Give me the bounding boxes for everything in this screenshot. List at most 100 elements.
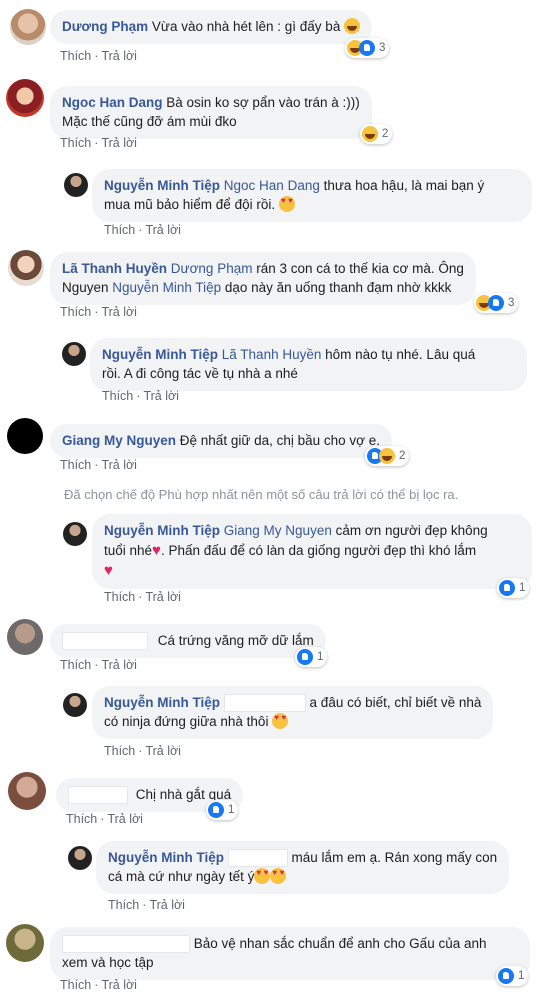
reply-link[interactable]: Trả lời: [101, 658, 137, 672]
reply-link[interactable]: Trả lời: [107, 812, 143, 826]
reply-link[interactable]: Trả lời: [101, 49, 137, 63]
reply-bubble: Nguyễn Minh Tiệp Lã Thanh Huyền hôm nào …: [90, 338, 527, 391]
like-link[interactable]: Thích: [60, 305, 91, 319]
mention-link[interactable]: Nguyễn Minh Tiệp: [112, 280, 221, 295]
laughing-emoji-icon: [344, 18, 361, 34]
heart-eyes-emoji-icon: [270, 868, 287, 885]
comment-text: máu lắm em ạ. Rán xong mấy con: [291, 850, 498, 865]
commenter-name[interactable]: Nguyễn Minh Tiệp: [104, 178, 220, 193]
reaction-summary[interactable]: 1: [496, 966, 529, 986]
comment-actions: Thích · Trả lời: [60, 458, 137, 472]
reply-link[interactable]: Trả lời: [145, 590, 181, 604]
avatar[interactable]: [8, 772, 46, 810]
reply-link[interactable]: Trả lời: [101, 978, 137, 992]
commenter-name[interactable]: Nguyễn Minh Tiệp: [108, 850, 224, 865]
avatar[interactable]: [64, 173, 88, 197]
like-link[interactable]: Thích: [60, 658, 91, 672]
like-reaction-icon: [297, 649, 313, 665]
reply-link[interactable]: Trả lời: [145, 223, 181, 237]
heart-eyes-emoji-icon: [272, 713, 289, 730]
comment-actions: Thích · Trả lời: [104, 590, 181, 604]
filter-notice: Đã chọn chế độ Phù hợp nhất nên một số c…: [64, 487, 459, 502]
reply-link[interactable]: Trả lời: [149, 898, 185, 912]
comment-bubble: Lã Thanh Huyền Dương Phạm rán 3 con cá t…: [50, 252, 476, 305]
like-link[interactable]: Thích: [60, 978, 91, 992]
like-reaction-icon: [499, 580, 515, 596]
commenter-name[interactable]: Nguyễn Minh Tiệp: [102, 347, 218, 362]
comment-text: tuổi nhé: [104, 543, 153, 558]
reply-bubble: Nguyễn Minh Tiệp máu lắm em ạ. Rán xong …: [96, 841, 510, 895]
reaction-summary[interactable]: 2: [365, 446, 410, 466]
comment-actions: Thích · Trả lời: [104, 744, 181, 758]
reaction-summary[interactable]: 3: [345, 38, 390, 58]
reaction-count: 1: [518, 970, 525, 982]
avatar[interactable]: [62, 342, 86, 366]
comment-text: Cá trứng văng mỡ dữ lắm: [157, 633, 314, 648]
commenter-name[interactable]: Lã Thanh Huyền: [62, 261, 167, 276]
reaction-count: 1: [317, 651, 324, 663]
avatar[interactable]: [6, 79, 44, 117]
commenter-name[interactable]: Dương Phạm: [62, 19, 148, 34]
redacted-name: [223, 694, 306, 713]
reaction-summary[interactable]: 1: [295, 647, 328, 667]
like-link[interactable]: Thích: [108, 898, 139, 912]
comment-bubble: Giang My Nguyen Đệ nhất giữ da, chị bầu …: [50, 424, 393, 458]
like-link[interactable]: Thích: [60, 458, 91, 472]
reply-link[interactable]: Trả lời: [145, 744, 181, 758]
like-link[interactable]: Thích: [104, 590, 135, 604]
avatar[interactable]: [10, 9, 46, 45]
comment-actions: Thích · Trả lời: [60, 136, 137, 150]
comment-actions: Thích · Trả lời: [60, 658, 137, 672]
haha-reaction-icon: [379, 448, 395, 464]
comment-text: Vừa vào nhà hét lên : gì đấy bà: [151, 19, 341, 34]
like-reaction-icon: [488, 295, 504, 311]
comment-text: Nguyen: [62, 280, 113, 295]
reaction-count: 1: [519, 582, 526, 594]
reply-link[interactable]: Trả lời: [101, 458, 137, 472]
reaction-summary[interactable]: 2: [360, 124, 393, 144]
like-link[interactable]: Thích: [60, 136, 91, 150]
comment-text: cảm ơn người đẹp không: [331, 523, 488, 538]
avatar[interactable]: [68, 846, 92, 870]
mention-link[interactable]: Lã Thanh Huyền: [222, 347, 322, 362]
reaction-summary[interactable]: 1: [206, 800, 239, 820]
avatar[interactable]: [63, 522, 87, 546]
like-link[interactable]: Thích: [104, 223, 135, 237]
reply-link[interactable]: Trả lời: [101, 136, 137, 150]
comment-text: xem và học tập: [62, 955, 154, 971]
reply-link[interactable]: Trả lời: [101, 305, 137, 319]
avatar[interactable]: [7, 418, 43, 454]
reply-link[interactable]: Trả lời: [143, 389, 179, 403]
commenter-name[interactable]: Nguyễn Minh Tiệp: [104, 695, 220, 710]
like-link[interactable]: Thích: [60, 49, 91, 63]
reply-bubble: Nguyễn Minh Tiệp a đâu có biết, chỉ biết…: [92, 686, 494, 740]
comment-text: dạo này ăn uống thanh đạm nhờ kkkk: [221, 280, 452, 295]
commenter-name[interactable]: Giang My Nguyen: [62, 433, 176, 448]
avatar[interactable]: [63, 693, 87, 717]
avatar[interactable]: [8, 250, 44, 286]
mention-link[interactable]: Dương Phạm: [171, 261, 253, 276]
comment-text: Bảo vệ nhan sắc chuẩn để anh cho Gấu của…: [193, 936, 487, 951]
avatar[interactable]: [7, 619, 43, 655]
redacted-name: [62, 632, 148, 651]
haha-reaction-icon: [362, 126, 378, 142]
commenter-name[interactable]: Ngoc Han Dang: [62, 95, 163, 110]
heart-eyes-emoji-icon: [254, 868, 271, 885]
mention-link[interactable]: Giang My Nguyen: [224, 523, 332, 538]
like-link[interactable]: Thích: [66, 812, 97, 826]
red-heart-icon: ♥: [104, 562, 113, 579]
comment-bubble: Dương Phạm Vừa vào nhà hét lên : gì đấy …: [50, 10, 373, 44]
avatar[interactable]: [6, 924, 44, 962]
comment-bubble: Cá trứng văng mỡ dữ lắm: [50, 624, 326, 659]
reaction-count: 3: [508, 297, 515, 309]
comment-text: rồi. A đi công tác về tụ nhà a nhé: [102, 366, 298, 381]
comment-text: hôm nào tụ nhé. Lâu quá: [321, 347, 476, 362]
mention-link[interactable]: Ngoc Han Dang: [224, 178, 320, 193]
reaction-summary[interactable]: 3: [474, 293, 519, 313]
reaction-summary[interactable]: 1: [497, 578, 530, 598]
like-link[interactable]: Thích: [102, 389, 133, 403]
comment-text: rán 3 con cá to thế kia cơ mà. Ông: [252, 261, 464, 276]
commenter-name[interactable]: Nguyễn Minh Tiệp: [104, 523, 220, 538]
like-link[interactable]: Thích: [104, 744, 135, 758]
redacted-name: [62, 935, 190, 954]
